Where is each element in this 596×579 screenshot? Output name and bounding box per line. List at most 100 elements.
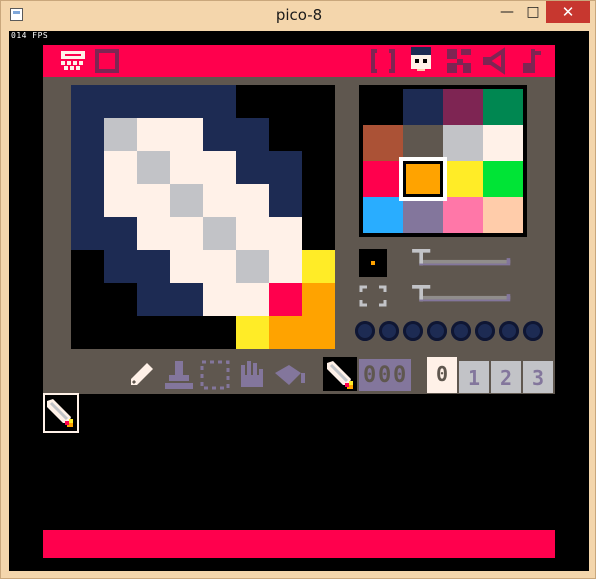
sprite-pixel[interactable] bbox=[269, 250, 302, 283]
palette-swatch[interactable] bbox=[403, 197, 443, 233]
spritesheet-selection[interactable] bbox=[43, 393, 79, 433]
palette-swatch[interactable] bbox=[363, 89, 403, 125]
sprite-pixel[interactable] bbox=[104, 217, 137, 250]
sprite-pixel[interactable] bbox=[236, 316, 269, 349]
sprite-flag-toggle[interactable] bbox=[523, 321, 543, 341]
sprite-flag-toggle[interactable] bbox=[499, 321, 519, 341]
sprite-pixel[interactable] bbox=[203, 184, 236, 217]
sprite-tab-3[interactable]: 3 bbox=[523, 361, 553, 393]
sprite-pixel[interactable] bbox=[137, 316, 170, 349]
sprite-pixel[interactable] bbox=[236, 217, 269, 250]
sprite-pixel[interactable] bbox=[302, 151, 335, 184]
sprite-flag-toggle[interactable] bbox=[403, 321, 423, 341]
current-sprite-thumbnail[interactable] bbox=[323, 357, 357, 391]
sprite-pixel[interactable] bbox=[269, 184, 302, 217]
sprite-pixel[interactable] bbox=[269, 151, 302, 184]
brush-size-slider[interactable] bbox=[407, 249, 519, 269]
sprite-pixel[interactable] bbox=[269, 118, 302, 151]
sprite-square-icon[interactable] bbox=[95, 49, 119, 73]
sprite-pixel[interactable] bbox=[137, 184, 170, 217]
sprite-pixel[interactable] bbox=[236, 184, 269, 217]
sprite-pixel[interactable] bbox=[104, 118, 137, 151]
sprite-pixel[interactable] bbox=[104, 151, 137, 184]
sprite-pixel[interactable] bbox=[137, 151, 170, 184]
sprite-pixel[interactable] bbox=[170, 217, 203, 250]
palette-swatch[interactable] bbox=[483, 197, 523, 233]
sprite-flag-toggle[interactable] bbox=[451, 321, 471, 341]
sprite-pixel[interactable] bbox=[104, 184, 137, 217]
palette-swatch[interactable] bbox=[443, 125, 483, 161]
sprite-canvas[interactable] bbox=[71, 85, 335, 349]
sprite-pixel[interactable] bbox=[302, 316, 335, 349]
sprite-flag-toggle[interactable] bbox=[427, 321, 447, 341]
sprite-pixel[interactable] bbox=[236, 250, 269, 283]
palette-swatch[interactable] bbox=[483, 161, 523, 197]
palette-swatch[interactable] bbox=[443, 161, 483, 197]
sprite-pixel[interactable] bbox=[104, 283, 137, 316]
pencil-icon[interactable] bbox=[125, 359, 157, 391]
sprite-pixel[interactable] bbox=[71, 85, 104, 118]
minimize-button[interactable]: — bbox=[494, 1, 520, 23]
sprite-pixel[interactable] bbox=[71, 118, 104, 151]
fill-icon[interactable] bbox=[271, 359, 307, 391]
sprite-number-display[interactable]: 0 0 0 bbox=[359, 359, 411, 391]
sprite-pixel[interactable] bbox=[302, 85, 335, 118]
sprite-pixel[interactable] bbox=[302, 217, 335, 250]
palette-swatch[interactable] bbox=[403, 125, 443, 161]
palette-swatch[interactable] bbox=[483, 125, 523, 161]
palette-swatch[interactable] bbox=[363, 197, 403, 233]
sprite-pixel[interactable] bbox=[203, 118, 236, 151]
select-icon[interactable] bbox=[199, 359, 231, 391]
sprite-pixel[interactable] bbox=[170, 184, 203, 217]
sprite-pixel[interactable] bbox=[203, 316, 236, 349]
sprite-pixel[interactable] bbox=[236, 283, 269, 316]
sprite-tab-1[interactable]: 1 bbox=[459, 361, 489, 393]
sprite-flag-toggle[interactable] bbox=[379, 321, 399, 341]
sprite-pixel[interactable] bbox=[203, 283, 236, 316]
palette-swatch[interactable] bbox=[403, 89, 443, 125]
sprite-pixel[interactable] bbox=[269, 85, 302, 118]
maximize-button[interactable]: □ bbox=[520, 1, 546, 23]
sprite-editor-icon[interactable] bbox=[407, 45, 435, 77]
palette-swatch[interactable] bbox=[363, 161, 403, 197]
close-button[interactable]: ✕ bbox=[546, 1, 590, 23]
sprite-pixel[interactable] bbox=[236, 85, 269, 118]
sprite-pixel[interactable] bbox=[269, 217, 302, 250]
sprite-pixel[interactable] bbox=[236, 118, 269, 151]
sfx-editor-icon[interactable] bbox=[481, 47, 509, 75]
music-editor-icon[interactable] bbox=[517, 47, 545, 75]
sprite-pixel[interactable] bbox=[71, 250, 104, 283]
sprite-tab-2[interactable]: 2 bbox=[491, 361, 521, 393]
palette-swatch[interactable] bbox=[443, 89, 483, 125]
sprite-tab-0[interactable]: 0 bbox=[427, 357, 457, 393]
sprite-pixel[interactable] bbox=[170, 316, 203, 349]
sprite-pixel[interactable] bbox=[137, 283, 170, 316]
sprite-pixel[interactable] bbox=[170, 151, 203, 184]
sprite-pixel[interactable] bbox=[104, 250, 137, 283]
sprite-pixel[interactable] bbox=[203, 85, 236, 118]
sprite-pixel[interactable] bbox=[203, 151, 236, 184]
sprite-pixel[interactable] bbox=[302, 283, 335, 316]
sprite-pixel[interactable] bbox=[269, 283, 302, 316]
title-bar[interactable]: pico-8 — □ ✕ bbox=[1, 1, 596, 31]
sprite-pixel[interactable] bbox=[170, 283, 203, 316]
sprite-pixel[interactable] bbox=[302, 184, 335, 217]
palette-swatch[interactable] bbox=[363, 125, 403, 161]
sprite-pixel[interactable] bbox=[236, 151, 269, 184]
map-editor-icon[interactable] bbox=[445, 47, 473, 75]
sprite-pixel[interactable] bbox=[104, 316, 137, 349]
sprite-pixel[interactable] bbox=[302, 250, 335, 283]
sprite-pixel[interactable] bbox=[302, 118, 335, 151]
sprite-pixel[interactable] bbox=[137, 85, 170, 118]
sprite-pixel[interactable] bbox=[71, 151, 104, 184]
sprite-pixel[interactable] bbox=[71, 184, 104, 217]
pico8-screen[interactable]: 014 FPS 0 0 0 0 1 2 3 bbox=[9, 31, 589, 571]
sprite-pixel[interactable] bbox=[71, 316, 104, 349]
code-editor-icon[interactable] bbox=[369, 47, 397, 75]
palette-swatch[interactable] bbox=[443, 197, 483, 233]
zoom-slider[interactable] bbox=[407, 285, 519, 305]
sprite-pixel[interactable] bbox=[170, 118, 203, 151]
sprite-pixel[interactable] bbox=[203, 217, 236, 250]
stamp-icon[interactable] bbox=[163, 359, 195, 391]
sprite-flag-toggle[interactable] bbox=[475, 321, 495, 341]
